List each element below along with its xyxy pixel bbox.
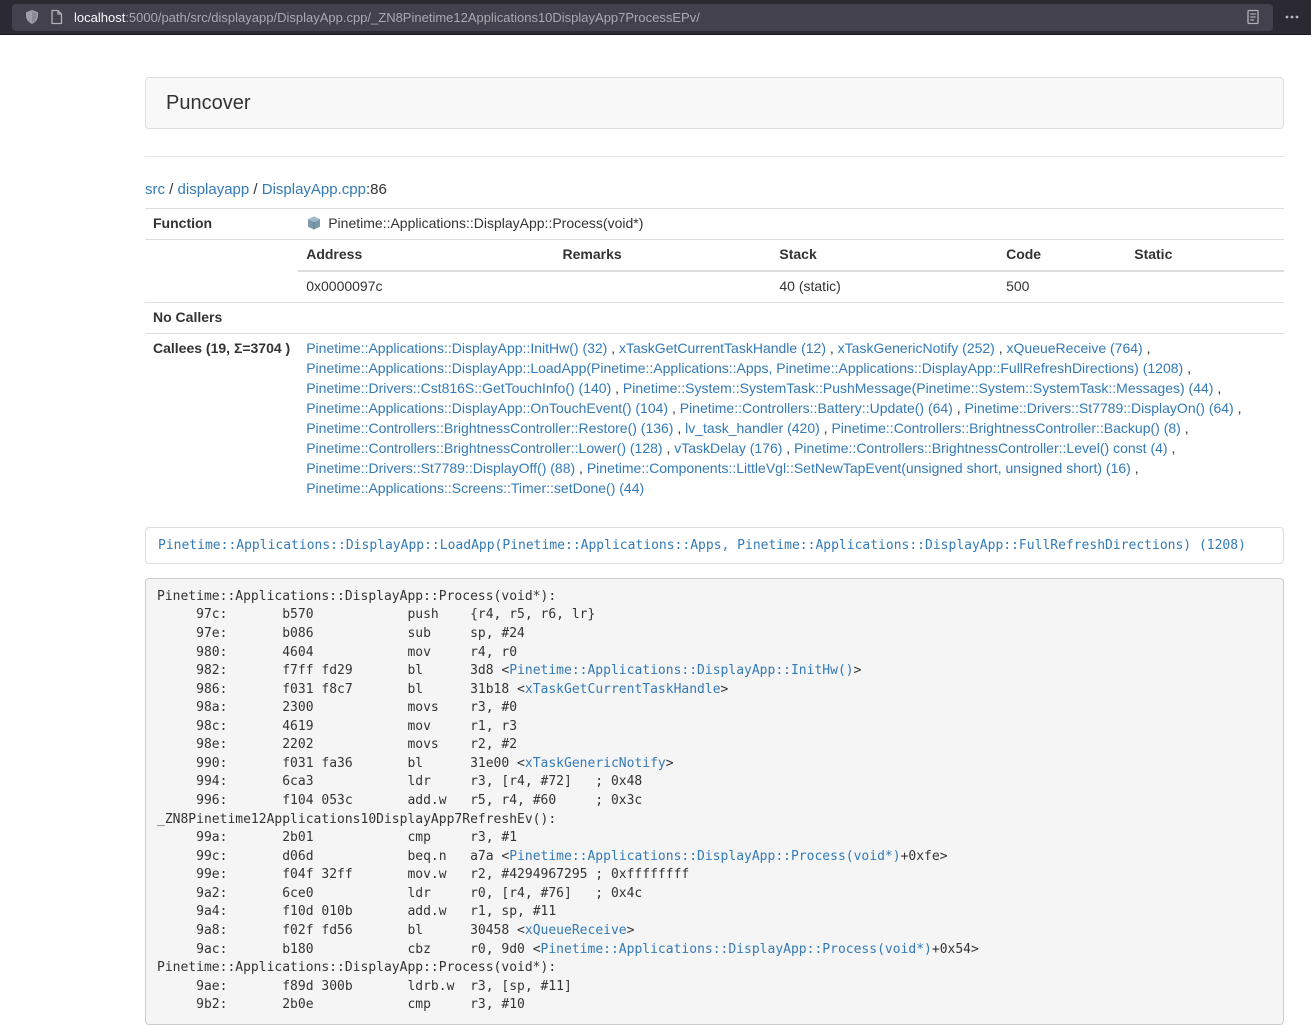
symbol-type-icon <box>306 215 322 231</box>
function-name: Pinetime::Applications::DisplayApp::Proc… <box>328 215 643 231</box>
stats-table: Address Remarks Stack Code Static 0x0000… <box>298 240 1284 302</box>
callee-link[interactable]: Pinetime::Controllers::BrightnessControl… <box>794 440 1167 456</box>
stats-value-remarks <box>555 271 772 302</box>
stats-header-code: Code <box>998 240 1126 271</box>
page-container: Puncover src / displayapp / DisplayApp.c… <box>145 35 1284 1025</box>
code-symbol-link[interactable]: Pinetime::Applications::DisplayApp::Proc… <box>509 849 900 864</box>
code-symbol-link[interactable]: xQueueReceive <box>525 923 627 938</box>
symbol-snippet-link[interactable]: Pinetime::Applications::DisplayApp::Load… <box>158 538 1246 553</box>
code-symbol-link[interactable]: Pinetime::Applications::DisplayApp::Proc… <box>541 942 932 957</box>
function-row-label: Function <box>145 209 298 240</box>
no-callers-cell <box>298 302 1284 333</box>
breadcrumb-file-link[interactable]: DisplayApp.cpp <box>262 181 366 198</box>
stats-value-code: 500 <box>998 271 1126 302</box>
stats-cell: Address Remarks Stack Code Static 0x0000… <box>298 239 1284 302</box>
app-header-panel: Puncover <box>145 77 1284 129</box>
overflow-menu-icon[interactable] <box>1273 0 1311 35</box>
stats-value-address: 0x0000097c <box>298 271 554 302</box>
callee-link[interactable]: Pinetime::Drivers::St7789::DisplayOff() … <box>306 460 575 476</box>
callee-link[interactable]: Pinetime::Applications::Screens::Timer::… <box>306 480 644 496</box>
divider <box>145 156 1284 157</box>
callees-list: Pinetime::Applications::DisplayApp::Init… <box>298 333 1284 503</box>
reader-view-icon[interactable] <box>1241 5 1265 29</box>
function-row: Function Pinetime::Applications::Display… <box>145 209 1284 240</box>
callees-row: Callees (19, Σ=3704 ) Pinetime::Applicat… <box>145 333 1284 503</box>
app-title: Puncover <box>166 92 251 114</box>
page-info-icon[interactable] <box>44 5 68 29</box>
function-table: Function Pinetime::Applications::Display… <box>145 208 1284 504</box>
callee-link[interactable]: Pinetime::Controllers::Battery::Update()… <box>680 400 953 416</box>
callee-link[interactable]: Pinetime::Applications::DisplayApp::Init… <box>306 340 607 356</box>
stats-row: Address Remarks Stack Code Static 0x0000… <box>145 239 1284 302</box>
browser-toolbar: localhost:5000/path/src/displayapp/Displ… <box>0 0 1311 35</box>
breadcrumb-line-number: :86 <box>366 181 387 198</box>
stats-header-row: Address Remarks Stack Code Static <box>298 240 1284 271</box>
breadcrumb: src / displayapp / DisplayApp.cpp:86 <box>145 181 1284 198</box>
url-text: localhost:5000/path/src/displayapp/Displ… <box>74 10 1241 25</box>
url-path: :5000/path/src/displayapp/DisplayApp.cpp… <box>125 10 700 25</box>
function-cell: Pinetime::Applications::DisplayApp::Proc… <box>298 209 1284 240</box>
callee-link[interactable]: Pinetime::Applications::DisplayApp::Load… <box>306 360 1183 376</box>
callee-link[interactable]: Pinetime::Components::LittleVgl::SetNewT… <box>587 460 1131 476</box>
stats-row-label <box>145 239 298 302</box>
no-callers-row: No Callers <box>145 302 1284 333</box>
url-host: localhost <box>74 10 125 25</box>
stats-header-remarks: Remarks <box>555 240 772 271</box>
code-symbol-link[interactable]: xTaskGenericNotify <box>525 756 666 771</box>
stats-header-address: Address <box>298 240 554 271</box>
stats-value-row: 0x0000097c 40 (static) 500 <box>298 271 1284 302</box>
symbol-snippet-panel: Pinetime::Applications::DisplayApp::Load… <box>145 527 1284 564</box>
callee-link[interactable]: Pinetime::Drivers::Cst816S::GetTouchInfo… <box>306 380 611 396</box>
breadcrumb-src-link[interactable]: src <box>145 181 165 198</box>
callee-link[interactable]: vTaskDelay (176) <box>674 440 782 456</box>
stats-value-static <box>1126 271 1284 302</box>
callee-link[interactable]: Pinetime::Controllers::BrightnessControl… <box>831 420 1180 436</box>
code-symbol-link[interactable]: Pinetime::Applications::DisplayApp::Init… <box>509 663 853 678</box>
url-bar[interactable]: localhost:5000/path/src/displayapp/Displ… <box>12 4 1273 31</box>
no-callers-label: No Callers <box>145 302 298 333</box>
tracking-shield-icon[interactable] <box>20 5 44 29</box>
breadcrumb-separator: / <box>165 181 178 198</box>
code-symbol-link[interactable]: xTaskGetCurrentTaskHandle <box>525 682 721 697</box>
stats-header-stack: Stack <box>771 240 998 271</box>
callee-link[interactable]: xQueueReceive (764) <box>1007 340 1143 356</box>
breadcrumb-separator: / <box>249 181 262 198</box>
callee-link[interactable]: Pinetime::System::SystemTask::PushMessag… <box>623 380 1214 396</box>
callee-link[interactable]: Pinetime::Controllers::BrightnessControl… <box>306 420 673 436</box>
stats-value-stack: 40 (static) <box>771 271 998 302</box>
callee-link[interactable]: Pinetime::Drivers::St7789::DisplayOn() (… <box>965 400 1234 416</box>
callee-link[interactable]: Pinetime::Applications::DisplayApp::OnTo… <box>306 400 668 416</box>
callee-link[interactable]: lv_task_handler (420) <box>685 420 820 436</box>
breadcrumb-displayapp-link[interactable]: displayapp <box>178 181 250 198</box>
callee-link[interactable]: Pinetime::Controllers::BrightnessControl… <box>306 440 662 456</box>
disassembly: Pinetime::Applications::DisplayApp::Proc… <box>145 578 1284 1025</box>
callee-link[interactable]: xTaskGenericNotify (252) <box>838 340 995 356</box>
callee-link[interactable]: xTaskGetCurrentTaskHandle (12) <box>619 340 826 356</box>
callees-label: Callees (19, Σ=3704 ) <box>145 333 298 503</box>
stats-header-static: Static <box>1126 240 1284 271</box>
